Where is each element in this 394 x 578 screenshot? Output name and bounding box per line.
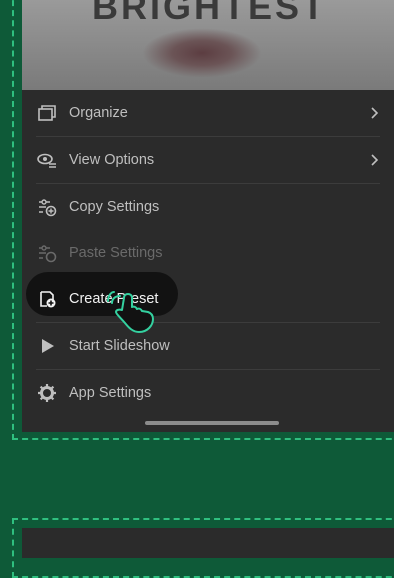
flower-image <box>142 28 262 78</box>
app-panel: BRIGHTEST Organize View Options Copy Set… <box>22 0 394 432</box>
chevron-right-icon <box>371 107 379 119</box>
menu-item-label: View Options <box>69 152 155 168</box>
menu-item-copy-settings[interactable]: Copy Settings <box>22 184 394 230</box>
context-menu: Organize View Options Copy Settings Past… <box>22 90 394 416</box>
menu-item-label: App Settings <box>69 385 152 401</box>
gear-icon <box>36 382 58 404</box>
home-indicator <box>145 421 279 425</box>
copy-settings-icon <box>36 196 58 218</box>
tap-hand-icon <box>107 291 154 333</box>
create-preset-icon <box>36 288 58 310</box>
view-options-icon <box>36 149 58 171</box>
photo-title-text: BRIGHTEST <box>92 0 328 27</box>
play-icon <box>36 335 58 357</box>
menu-item-organize[interactable]: Organize <box>22 90 394 136</box>
organize-icon <box>36 102 58 124</box>
menu-item-label: Paste Settings <box>69 245 163 261</box>
menu-item-label: Copy Settings <box>69 199 160 215</box>
chevron-right-icon <box>371 154 379 166</box>
menu-item-label: Organize <box>69 105 128 121</box>
photo-preview: BRIGHTEST <box>22 0 394 90</box>
menu-item-start-slideshow[interactable]: Start Slideshow <box>22 323 394 369</box>
menu-item-paste-settings: Paste Settings <box>22 230 394 276</box>
paste-settings-icon <box>36 242 58 264</box>
app-panel-lower <box>22 528 394 558</box>
menu-item-app-settings[interactable]: App Settings <box>22 370 394 416</box>
menu-item-label: Start Slideshow <box>69 338 170 354</box>
menu-item-create-preset[interactable]: Create Preset <box>22 272 394 322</box>
menu-item-view-options[interactable]: View Options <box>22 137 394 183</box>
